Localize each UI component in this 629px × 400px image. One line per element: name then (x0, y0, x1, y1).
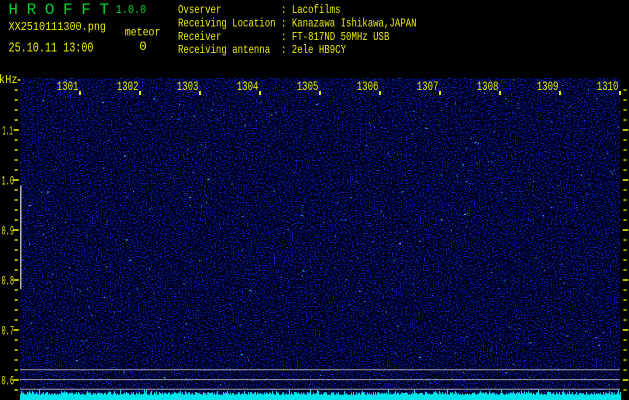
svg-text:1309: 1309 (537, 79, 559, 94)
svg-text:1.0: 1.0 (2, 174, 14, 188)
svg-text:0: 0 (139, 40, 147, 54)
svg-text:1.1: 1.1 (2, 124, 13, 138)
svg-text:1304: 1304 (237, 79, 259, 94)
svg-text:Receiving antenna : 2ele HB9C: Receiving antenna : 2ele HB9CY (178, 43, 346, 57)
svg-text:Receiving Location : Kanazawa: Receiving Location : Kanazawa Ishikawa,J… (178, 16, 417, 30)
svg-text:kHz: kHz (0, 74, 18, 87)
svg-text:XX2510111300.png: XX2510111300.png (9, 20, 107, 34)
svg-text:25.10.11 13:00: 25.10.11 13:00 (9, 42, 94, 57)
svg-text:1302: 1302 (117, 79, 139, 94)
svg-text:0.8: 0.8 (2, 274, 14, 288)
svg-text:1305: 1305 (297, 79, 319, 94)
svg-text:1306: 1306 (357, 79, 379, 94)
svg-text:1.0.0: 1.0.0 (116, 4, 147, 17)
svg-text:1303: 1303 (177, 79, 199, 94)
svg-text:1310: 1310 (597, 79, 619, 94)
svg-text:0.7: 0.7 (2, 324, 14, 338)
svg-text:Ovserver : Lacofilms: Ovserver : Lacofilms (178, 3, 341, 17)
svg-text:Receiver : FT-817ND: Receiver : FT-817ND 50MHz USB (178, 30, 389, 44)
svg-text:HROFFT: HROFFT (8, 1, 117, 19)
svg-text:1308: 1308 (477, 79, 499, 94)
svg-text:1301: 1301 (57, 79, 79, 94)
svg-text:0.6: 0.6 (2, 374, 14, 388)
svg-text:meteor: meteor (125, 26, 161, 40)
svg-text:0.9: 0.9 (2, 224, 14, 238)
svg-text:1307: 1307 (417, 79, 439, 94)
